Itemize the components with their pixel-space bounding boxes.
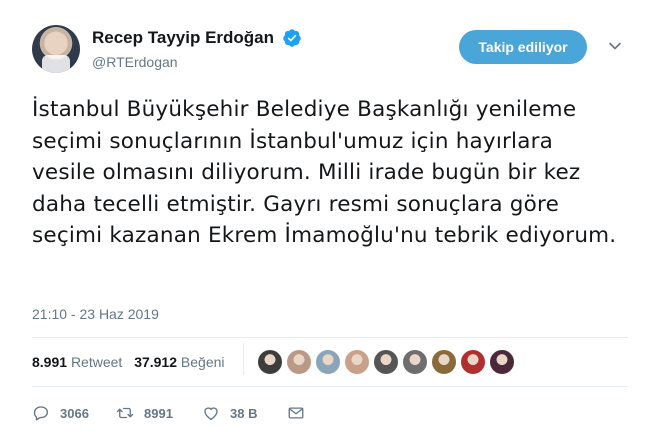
retweet-stat-count: 8.991 [32,354,68,370]
heart-icon [204,407,218,421]
tweet-header: Recep Tayyip Erdoğan @RTErdogan Takip ed… [32,25,632,75]
author-handle[interactable]: @RTErdogan [92,54,302,70]
liker-avatar[interactable] [257,349,283,375]
liker-avatar[interactable] [373,349,399,375]
retweet-count: 8991 [144,405,173,421]
chevron-down-icon[interactable] [608,39,622,53]
verified-badge-icon [283,29,302,47]
liker-avatar[interactable] [315,349,341,375]
author-name-block: Recep Tayyip Erdoğan @RTErdogan [92,28,302,70]
retweet-stat-label: Retweet [70,354,123,370]
author-display-name[interactable]: Recep Tayyip Erdoğan [92,28,274,48]
direct-message-button[interactable] [287,402,305,424]
divider [32,386,628,387]
reply-button[interactable]: 3066 [32,402,89,424]
following-button[interactable]: Takip ediliyor [459,30,587,64]
tweet-text: İstanbul Büyükşehir Belediye Başkanlığı … [32,97,617,248]
liker-avatar[interactable] [344,349,370,375]
liker-avatar[interactable] [460,349,486,375]
envelope-icon [288,407,304,419]
like-stat[interactable]: 37.912 Beğeni [134,354,224,370]
liker-avatar[interactable] [402,349,428,375]
liker-avatar[interactable] [286,349,312,375]
stats-separator [243,343,244,375]
liker-avatar[interactable] [489,349,515,375]
retweet-button[interactable]: 8991 [116,402,173,424]
reply-icon [33,406,49,421]
retweet-icon [116,407,134,419]
tweet-actions: 3066 8991 38 B [32,402,332,424]
reply-count: 3066 [60,405,89,421]
retweet-stat[interactable]: 8.991 Retweet [32,354,122,370]
divider [32,337,628,338]
like-stat-count: 37.912 [134,354,178,370]
liker-avatar[interactable] [431,349,457,375]
tweet-timestamp[interactable]: 21:10 - 23 Haz 2019 [32,306,159,322]
like-count: 38 B [230,405,258,421]
like-stat-label: Beğeni [180,354,225,370]
author-avatar[interactable] [32,25,80,73]
tweet-stats: 8.991 Retweet 37.912 Beğeni [32,354,233,370]
like-button[interactable]: 38 B [202,402,257,424]
